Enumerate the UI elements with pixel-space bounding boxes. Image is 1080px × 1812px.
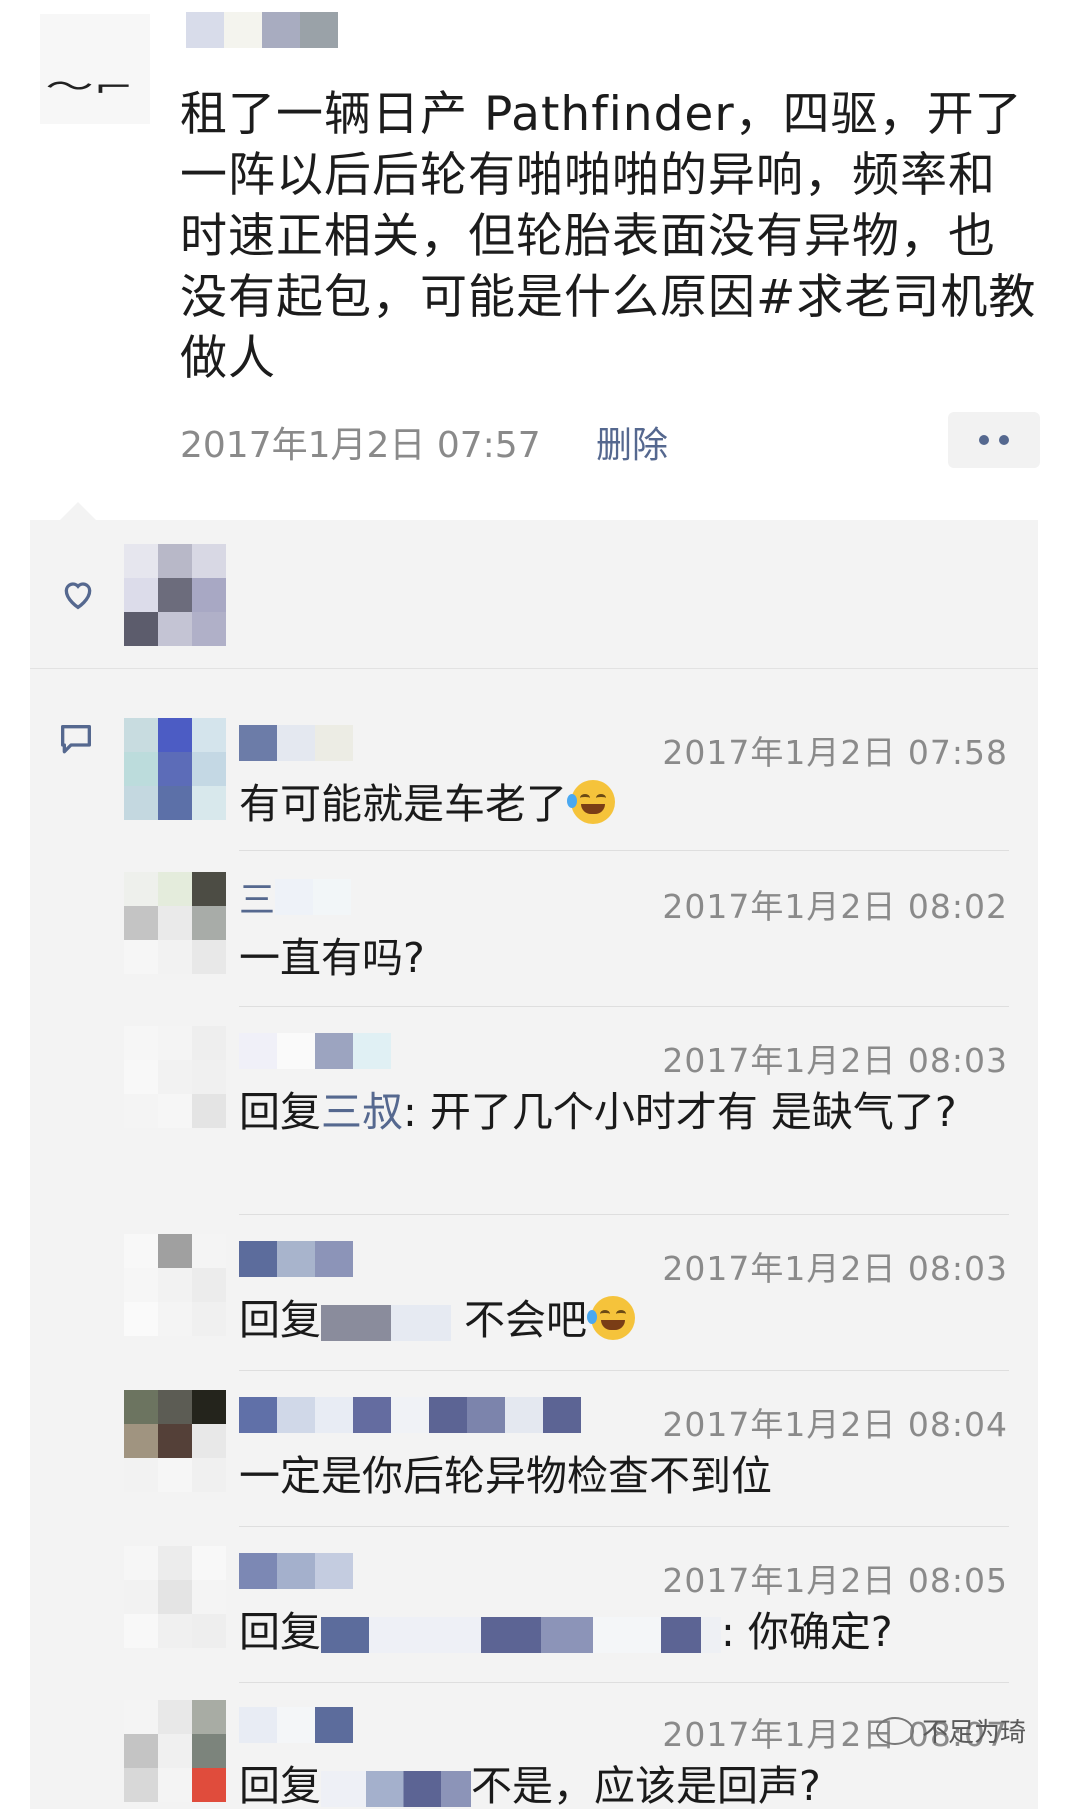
comment-time: 2017年1月2日 08:03 [662, 1041, 1008, 1080]
comment-item[interactable]: 2017年1月2日 08:03 回复 不会吧 [124, 1234, 1008, 1364]
comment-body: : 你确定? [721, 1608, 893, 1656]
comment-item[interactable]: 三 2017年1月2日 08:02 一直有吗? [124, 872, 1008, 1002]
comment-text: 回复 : 你确定? [239, 1606, 999, 1658]
commenter-avatar[interactable] [124, 1390, 226, 1492]
more-button[interactable] [948, 412, 1040, 468]
post-timestamp: 2017年1月2日 07:57 [180, 425, 541, 466]
comment-time: 2017年1月2日 08:03 [662, 1249, 1008, 1288]
comment-bubble-icon [61, 725, 92, 754]
more-dots-icon [979, 435, 989, 445]
comment-text: 回复 不会吧 [239, 1294, 999, 1346]
comment-divider [239, 1006, 1009, 1007]
commenter-name[interactable]: 三 [239, 876, 352, 921]
comment-body: 不会吧 [464, 1296, 588, 1344]
reply-target-blurred[interactable] [321, 1305, 391, 1341]
avatar-signature: ～⌐ [45, 70, 134, 105]
commenter-name-blurred[interactable] [239, 1394, 581, 1436]
poster-name-blurred[interactable] [186, 12, 338, 48]
comment-divider [239, 1214, 1009, 1215]
commenter-name-blurred[interactable] [239, 1238, 353, 1280]
grinning-sweat-emoji-icon [567, 780, 615, 824]
commenter-name-text[interactable]: 三 [239, 871, 275, 923]
comment-time: 2017年1月2日 08:04 [662, 1405, 1008, 1444]
reply-target-blurred [391, 1305, 451, 1341]
reply-prefix: 回复 [239, 1608, 321, 1656]
reply-prefix: 回复 [239, 1762, 321, 1810]
comment-text: 一直有吗? [239, 934, 425, 982]
watermark-text: 不足为琦 [922, 1718, 1027, 1748]
commenter-name-blurred[interactable] [239, 1704, 353, 1746]
comment-body: : 开了几个小时才有 是缺气了? [403, 1088, 957, 1136]
more-dots-icon [999, 435, 1009, 445]
post-text: 租了一辆日产 Pathfinder，四驱，开了一阵以后后轮有啪啪啪的异响，频率和… [180, 87, 1037, 386]
reply-target-blurred[interactable] [321, 1771, 471, 1807]
commenter-avatar[interactable] [124, 718, 226, 820]
comment-item[interactable]: 2017年1月2日 08:03 回复三叔: 开了几个小时才有 是缺气了? [124, 1026, 1008, 1206]
poster-avatar[interactable]: ～⌐ [40, 14, 150, 124]
delete-link[interactable]: 删除 [596, 416, 668, 468]
comment-item[interactable]: 2017年1月2日 08:05 回复 : 你确定? [124, 1546, 1008, 1676]
commenter-avatar[interactable] [124, 1546, 226, 1648]
comment-time: 2017年1月2日 07:58 [662, 733, 1008, 772]
comment-divider [239, 1370, 1009, 1371]
like-avatar[interactable] [124, 544, 226, 646]
commenter-avatar[interactable] [124, 1026, 226, 1128]
comment-item[interactable]: 2017年1月2日 07:58 有可能就是车老了 [124, 718, 1008, 848]
comment-divider [239, 850, 1009, 851]
commenter-avatar[interactable] [124, 1234, 226, 1336]
reply-target-link[interactable]: 三叔 [321, 1088, 403, 1136]
commenter-name-blurred[interactable] [239, 722, 353, 764]
watermark: 不足为琦 [876, 1712, 1026, 1749]
comment-divider [239, 1526, 1009, 1527]
reply-prefix: 回复 [239, 1088, 321, 1136]
comment-area-pointer [60, 502, 96, 520]
comment-body: 有可能就是车老了 [239, 780, 567, 828]
comment-text: 回复 不是，应该是回声? [239, 1760, 999, 1812]
comment-item[interactable]: 2017年1月2日 08:04 一定是你后轮异物检查不到位 [124, 1390, 1008, 1520]
likes-divider [30, 668, 1038, 669]
commenter-avatar[interactable] [124, 872, 226, 974]
comment-time: 2017年1月2日 08:02 [662, 887, 1008, 926]
heart-icon [64, 582, 92, 610]
tears-of-joy-emoji-icon [587, 1296, 636, 1340]
commenter-avatar[interactable] [124, 1700, 226, 1802]
reply-target-blurred[interactable] [321, 1617, 721, 1653]
comment-text: 有可能就是车老了 [239, 778, 999, 830]
comment-text: 回复三叔: 开了几个小时才有 是缺气了? [239, 1086, 999, 1138]
wechat-icon [876, 1716, 914, 1745]
comment-body: 不是，应该是回声? [471, 1762, 821, 1810]
comment-time: 2017年1月2日 08:05 [662, 1561, 1008, 1600]
commenter-name-blurred[interactable] [239, 1550, 353, 1592]
comment-text: 一定是你后轮异物检查不到位 [239, 1452, 772, 1500]
reply-prefix: 回复 [239, 1296, 321, 1344]
comment-divider [239, 1682, 1009, 1683]
commenter-name-blurred[interactable] [239, 1030, 391, 1072]
